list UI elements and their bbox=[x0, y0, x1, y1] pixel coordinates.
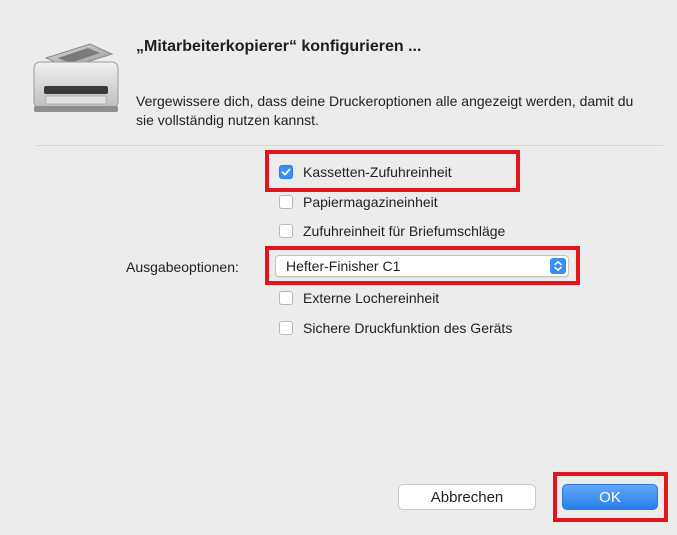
option-label: Zufuhreinheit für Briefumschläge bbox=[303, 223, 506, 239]
checkbox[interactable] bbox=[279, 224, 293, 238]
highlight-box-option bbox=[265, 150, 520, 192]
option-zufuhreinheit-briefumschlaege[interactable]: Zufuhreinheit für Briefumschläge bbox=[279, 220, 505, 242]
option-papiermagazineinheit[interactable]: Papiermagazineinheit bbox=[279, 191, 438, 213]
highlight-box-select bbox=[265, 246, 580, 285]
printer-icon bbox=[33, 43, 119, 112]
checkbox[interactable] bbox=[279, 321, 293, 335]
cancel-button[interactable]: Abbrechen bbox=[398, 484, 536, 510]
dialog-title: „Mitarbeiterkopierer“ konfigurieren ... bbox=[136, 38, 422, 55]
checkbox[interactable] bbox=[279, 195, 293, 209]
separator bbox=[36, 145, 663, 146]
highlight-box-ok bbox=[553, 472, 668, 522]
option-label: Papiermagazineinheit bbox=[303, 194, 438, 210]
option-label: Externe Lochereinheit bbox=[303, 290, 440, 306]
option-externe-lochereinheit[interactable]: Externe Lochereinheit bbox=[279, 287, 439, 309]
option-label: Sichere Druckfunktion des Geräts bbox=[303, 320, 513, 336]
option-sichere-druckfunktion[interactable]: Sichere Druckfunktion des Geräts bbox=[279, 317, 512, 339]
output-options-label: Ausgabeoptionen: bbox=[126, 259, 239, 275]
checkbox[interactable] bbox=[279, 291, 293, 305]
configure-printer-dialog: „Mitarbeiterkopierer“ konfigurieren ... … bbox=[0, 0, 677, 535]
dialog-description: Vergewissere dich, dass deine Druckeropt… bbox=[136, 93, 634, 128]
